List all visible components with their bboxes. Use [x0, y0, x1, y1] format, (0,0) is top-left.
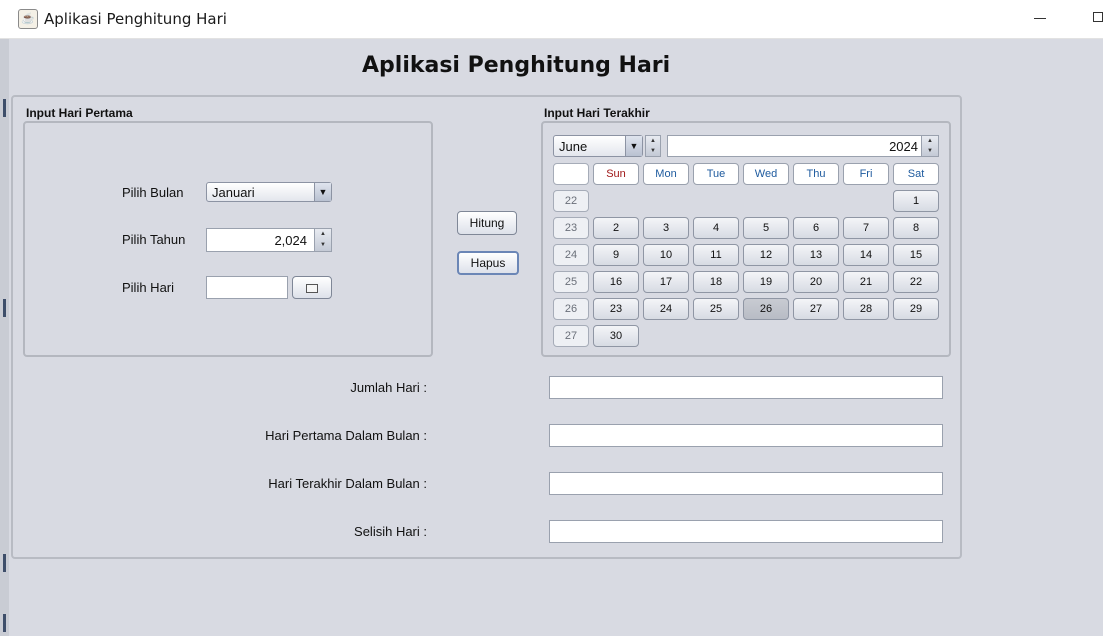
day-button[interactable]: 8 [893, 217, 939, 239]
day-button[interactable]: 30 [593, 325, 639, 347]
calendar-month-value: June [559, 139, 588, 154]
year-spinner-buttons: ▲ ▼ [314, 229, 331, 251]
week-number: 25 [553, 271, 589, 293]
weekday-header-thu: Thu [793, 163, 839, 185]
window-title: Aplikasi Penghitung Hari [44, 10, 227, 28]
week-number: 26 [553, 298, 589, 320]
day-button[interactable]: 3 [643, 217, 689, 239]
chevron-down-icon[interactable]: ▼ [625, 136, 642, 156]
result-label: Selisih Hari : [354, 524, 427, 539]
result-label: Hari Pertama Dalam Bulan : [265, 428, 427, 443]
day-button[interactable]: 1 [893, 190, 939, 212]
result-field[interactable] [549, 520, 943, 543]
java-app-icon: ☕ [18, 9, 38, 29]
day-button[interactable]: 25 [693, 298, 739, 320]
year-label: Pilih Tahun [122, 232, 186, 247]
week-number: 23 [553, 217, 589, 239]
calendar-year-spinner[interactable]: 2024 ▲ ▼ [667, 135, 939, 157]
weekday-header-mon: Mon [643, 163, 689, 185]
calendar-month-spinner[interactable]: ▲ ▼ [645, 135, 661, 157]
calendar-year-value: 2024 [889, 139, 918, 154]
spin-down-icon[interactable]: ▼ [922, 146, 938, 156]
weekday-header-tue: Tue [693, 163, 739, 185]
day-button[interactable]: 23 [593, 298, 639, 320]
day-button[interactable]: 19 [743, 271, 789, 293]
day-button[interactable]: 16 [593, 271, 639, 293]
last-day-group-label: Input Hari Terakhir [544, 106, 650, 120]
selected-day-button[interactable]: 26 [743, 298, 789, 320]
day-button[interactable]: 14 [843, 244, 889, 266]
day-button[interactable]: 7 [843, 217, 889, 239]
spin-up-icon[interactable]: ▲ [646, 136, 660, 146]
week-number: 22 [553, 190, 589, 212]
hapus-button[interactable]: Hapus [457, 251, 519, 275]
day-button[interactable]: 21 [843, 271, 889, 293]
day-button[interactable]: 20 [793, 271, 839, 293]
weekday-header-sun: Sun [593, 163, 639, 185]
day-button[interactable]: 6 [793, 217, 839, 239]
calendar-month-combobox[interactable]: June ▼ [553, 135, 643, 157]
day-button[interactable]: 24 [643, 298, 689, 320]
day-button[interactable]: 12 [743, 244, 789, 266]
day-button[interactable]: 28 [843, 298, 889, 320]
month-combobox[interactable]: Januari ▼ [206, 182, 332, 202]
day-button[interactable]: 4 [693, 217, 739, 239]
week-header-cell [553, 163, 589, 185]
spin-down-icon[interactable]: ▼ [646, 146, 660, 156]
result-field[interactable] [549, 376, 943, 399]
week-number: 27 [553, 325, 589, 347]
maximize-icon[interactable] [1093, 12, 1103, 22]
result-field[interactable] [549, 424, 943, 447]
month-label: Pilih Bulan [122, 185, 184, 200]
weekday-header-fri: Fri [843, 163, 889, 185]
day-button[interactable]: 29 [893, 298, 939, 320]
calendar-icon [306, 284, 318, 293]
first-date-field[interactable] [206, 276, 288, 299]
day-button[interactable]: 22 [893, 271, 939, 293]
result-label: Jumlah Hari : [350, 380, 427, 395]
spin-down-icon[interactable]: ▼ [315, 240, 331, 251]
day-button[interactable]: 5 [743, 217, 789, 239]
minimize-icon[interactable] [1034, 18, 1046, 19]
week-number: 24 [553, 244, 589, 266]
day-button[interactable]: 18 [693, 271, 739, 293]
day-button[interactable]: 2 [593, 217, 639, 239]
day-button[interactable]: 10 [643, 244, 689, 266]
window-titlebar: ☕ Aplikasi Penghitung Hari [0, 0, 1103, 39]
spin-up-icon[interactable]: ▲ [922, 136, 938, 146]
page-title: Aplikasi Penghitung Hari [362, 53, 671, 78]
weekday-header-sat: Sat [893, 163, 939, 185]
weekday-header-wed: Wed [743, 163, 789, 185]
day-button[interactable]: 11 [693, 244, 739, 266]
day-button[interactable]: 27 [793, 298, 839, 320]
date-picker-button[interactable] [292, 276, 332, 299]
spin-up-icon[interactable]: ▲ [315, 229, 331, 240]
background-window-edge [0, 39, 9, 636]
day-button[interactable]: 17 [643, 271, 689, 293]
chevron-down-icon[interactable]: ▼ [314, 183, 331, 201]
year-spinner[interactable]: 2,024 ▲ ▼ [206, 228, 332, 252]
result-label: Hari Terakhir Dalam Bulan : [268, 476, 427, 491]
year-spinner-value: 2,024 [274, 233, 307, 248]
month-combobox-value: Januari [212, 185, 255, 200]
day-label: Pilih Hari [122, 280, 175, 295]
day-button[interactable]: 9 [593, 244, 639, 266]
day-button[interactable]: 13 [793, 244, 839, 266]
calendar-year-spinner-buttons: ▲ ▼ [921, 136, 938, 156]
result-field[interactable] [549, 472, 943, 495]
hitung-button[interactable]: Hitung [457, 211, 517, 235]
first-day-group-label: Input Hari Pertama [26, 106, 133, 120]
day-button[interactable]: 15 [893, 244, 939, 266]
